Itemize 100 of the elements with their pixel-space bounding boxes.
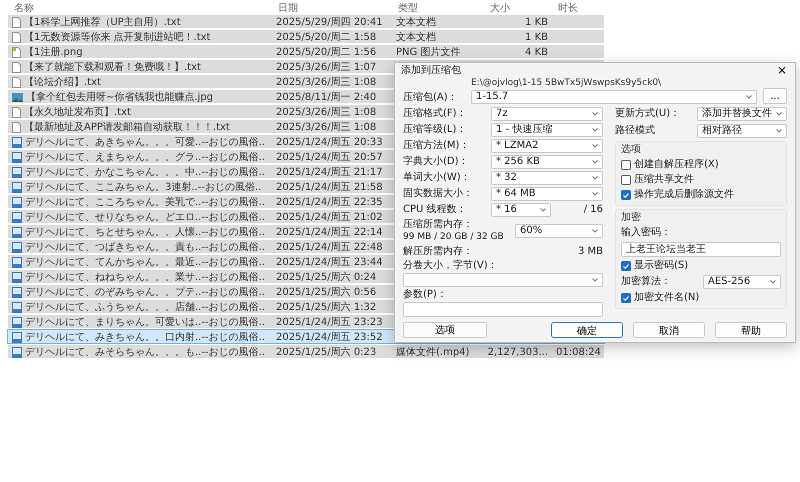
dropdown-caret-icon [746, 95, 752, 99]
dropdown[interactable]: * 64 MB [491, 187, 603, 201]
file-name: 【永久地址发布页】.txt [24, 106, 131, 119]
file-row[interactable]: デリヘルにて、みそらちゃん。。。も..--おじの風俗.. 2025/1/25/周六 0:23 媒体文件(.mp4) 2,127,303... 01:08:24 [8, 345, 604, 358]
checkbox-label: 操作完成后删除源文件 [634, 189, 734, 201]
file-date: 2025/1/24/周五 21:58 [276, 181, 383, 194]
file-date: 2025/5/29/周四 20:41 [276, 16, 383, 29]
media-file-icon [12, 196, 22, 208]
options-button[interactable]: 选项 [403, 322, 487, 338]
field-label: 压缩包(A)： [403, 92, 459, 104]
document-icon [12, 32, 21, 42]
file-name: デリヘルにて、せりなちゃん。どエロ..--おじの風俗.. [25, 211, 265, 224]
file-name: デリヘルにて、みきちゃん。。口内射..--おじの風俗.. [25, 330, 265, 344]
dropdown-caret-icon [540, 208, 546, 212]
document-icon [12, 76, 21, 88]
dropdown[interactable]: 相对路径 [697, 124, 787, 138]
media-file-icon [12, 136, 22, 148]
media-file-icon [12, 286, 22, 298]
close-button[interactable]: × [774, 63, 789, 77]
dropdown[interactable]: 60% [515, 224, 603, 238]
file-row[interactable]: 【1注册.png 2025/5/20/周二 1:56 PNG 图片文件 4 KB [8, 45, 604, 58]
file-date: 2025/8/11/周一 2:40 [276, 91, 376, 104]
dialog-button[interactable]: 取消 [633, 322, 705, 338]
dropdown[interactable]: * LZMA2 [491, 139, 603, 153]
dropdown-caret-icon [770, 280, 776, 284]
file-name: 【1无数资源等你来 点开复制进站吧！.txt [24, 30, 210, 44]
dropdown[interactable]: 7z [491, 107, 603, 121]
dropdown-caret-icon [776, 112, 782, 116]
media-file-icon [12, 166, 22, 178]
field-label: 压缩格式(F)： [403, 108, 468, 120]
document-icon [12, 122, 21, 132]
file-date: 2025/3/26/周三 1:08 [276, 106, 376, 119]
browse-button[interactable]: ... [763, 88, 787, 104]
dropdown[interactable]: * 256 KB [491, 155, 603, 169]
dropdown[interactable]: * 16 [491, 203, 551, 217]
field-label: 输入密码： [621, 227, 672, 239]
media-file-icon [12, 226, 22, 238]
document-icon [12, 106, 21, 118]
file-size: 1 KB [525, 16, 548, 28]
group-title: 加密 [621, 212, 642, 224]
field-label: 参数(P)： [403, 289, 448, 301]
file-date: 2025/1/24/周五 23:52 [276, 331, 383, 344]
dropdown[interactable]: 添加并替换文件 [697, 107, 787, 121]
dropdown-caret-icon [592, 229, 598, 233]
file-name: デリヘルにて、てんかちゃん。。最近..--おじの風俗.. [25, 256, 265, 269]
field-label: 加密算法： [621, 276, 672, 288]
file-type: PNG 图片文件 [396, 46, 460, 59]
checkbox[interactable] [621, 175, 631, 185]
dropdown-caret-icon [776, 129, 782, 133]
file-duration: 01:08:24 [556, 346, 601, 358]
checkbox[interactable] [621, 293, 631, 303]
dialog-button[interactable]: 确定 [551, 322, 623, 338]
dropdown[interactable]: * 32 [491, 171, 603, 185]
file-name: デリヘルにて、つばきちゃん。。責も..--おじの風俗.. [25, 240, 265, 254]
checkbox[interactable] [621, 261, 631, 271]
file-date: 2025/5/20/周二 1:58 [276, 31, 376, 44]
media-file-icon [12, 316, 22, 328]
checkbox[interactable] [621, 160, 631, 170]
file-name: デリヘルにて、みそらちゃん。。。も..--おじの風俗.. [25, 346, 265, 359]
file-date: 2025/1/25/周六 1:32 [276, 300, 376, 314]
dropdown-caret-icon [592, 160, 598, 164]
file-name: デリヘルにて、えまちゃん。。。グラ..--おじの風俗.. [25, 151, 265, 164]
image-file-icon [12, 46, 21, 58]
media-file-icon [12, 272, 22, 282]
checkbox-label: 显示密码(S) [634, 260, 688, 272]
file-date: 2025/3/26/周三 1:08 [276, 76, 376, 89]
checkbox-label: 创建自解压程序(X) [634, 159, 719, 171]
column-header[interactable]: 大小 [484, 0, 552, 14]
archive-name-combo[interactable]: 1-15.7 [471, 90, 757, 104]
file-name: デリヘルにて、まりちゃん。可愛いは..--おじの風俗.. [25, 316, 265, 329]
checkbox-label: 加密文件名(N) [634, 292, 700, 304]
input-field[interactable] [403, 302, 603, 317]
file-row[interactable]: 【1无数资源等你来 点开复制进站吧！.txt 2025/5/20/周二 1:58 文本文档 1 KB [8, 30, 604, 43]
dropdown-caret-icon [592, 176, 598, 180]
file-name: デリヘルにて、のぞみちゃん。。プテ..--おじの風俗.. [25, 286, 265, 299]
document-icon [12, 62, 21, 72]
column-header[interactable]: 名称 [8, 0, 272, 14]
column-header[interactable]: 类型 [392, 0, 484, 14]
document-icon [12, 16, 21, 28]
file-name: デリヘルにて、こころちゃん。美乳で..--おじの風俗.. [25, 196, 265, 209]
file-name: 【拿个红包去用呀~你省钱我也能赚点.jpg [26, 90, 214, 104]
landscape-icon [12, 92, 23, 102]
checkbox[interactable] [621, 190, 631, 200]
dialog-button[interactable]: 帮助 [715, 322, 787, 338]
field-label: 路径模式 [615, 125, 656, 137]
file-name: 【论坛介绍】.txt [24, 76, 101, 89]
column-header[interactable]: 时长 [552, 0, 604, 14]
dropdown-caret-icon [592, 278, 598, 282]
password-field[interactable]: 上老王论坛当老王 [621, 242, 781, 257]
dropdown[interactable]: 1 - 快速压缩 [491, 123, 603, 137]
file-type: 文本文档 [396, 30, 436, 44]
file-row[interactable]: 【1科学上网推荐（UP主自用）.txt 2025/5/29/周四 20:41 文本文档 1 KB [8, 15, 604, 28]
column-header[interactable]: 日期 [272, 0, 392, 14]
dropdown[interactable]: AES-256 [703, 275, 781, 289]
file-size: 2,127,303... [488, 346, 548, 358]
checkbox-label: 压缩共享文件 [634, 174, 694, 186]
group-title: 选项 [621, 144, 642, 156]
file-name: 【1科学上网推荐（UP主自用）.txt [24, 16, 181, 29]
file-date: 2025/3/26/周三 1:08 [276, 121, 376, 134]
file-name: 【最新地址及APP请发邮箱自动获取！！！.txt [24, 120, 230, 134]
